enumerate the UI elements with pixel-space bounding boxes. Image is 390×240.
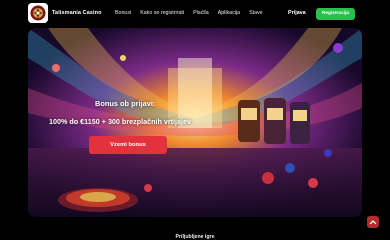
nav-item-bonuses[interactable]: Bonusi [115, 10, 131, 16]
nav-item-app[interactable]: Aplikacija [218, 10, 240, 16]
nav-item-how-to-register[interactable]: Kako se registrirati [140, 10, 184, 16]
section-title: Priljubljene igre [175, 234, 215, 240]
talisman-logo-icon[interactable] [28, 3, 48, 23]
brand-name[interactable]: Talismania Casino [52, 10, 102, 16]
hero-banner: Bonus ob prijavi: 100% do €1150 + 300 br… [28, 28, 362, 217]
nav-item-payments[interactable]: Plaćila [193, 10, 209, 16]
nav-item-bets[interactable]: Stave [249, 10, 263, 16]
scroll-to-top-button[interactable] [367, 216, 379, 228]
register-button[interactable]: Registracija [316, 8, 355, 20]
main-nav: Bonusi Kako se registrirati Plaćila Apli… [115, 10, 272, 16]
site-header: Talismania Casino Bonusi Kako se registr… [0, 0, 390, 28]
claim-bonus-button[interactable]: Vzemi bonus [89, 136, 167, 154]
hero-title: Bonus ob prijavi: [95, 99, 156, 108]
chevron-up-icon [369, 220, 377, 225]
login-button[interactable]: Prijava [288, 10, 306, 16]
hero-subtitle: 100% do €1150 + 300 brezplačnih vrtljaje… [49, 117, 192, 126]
